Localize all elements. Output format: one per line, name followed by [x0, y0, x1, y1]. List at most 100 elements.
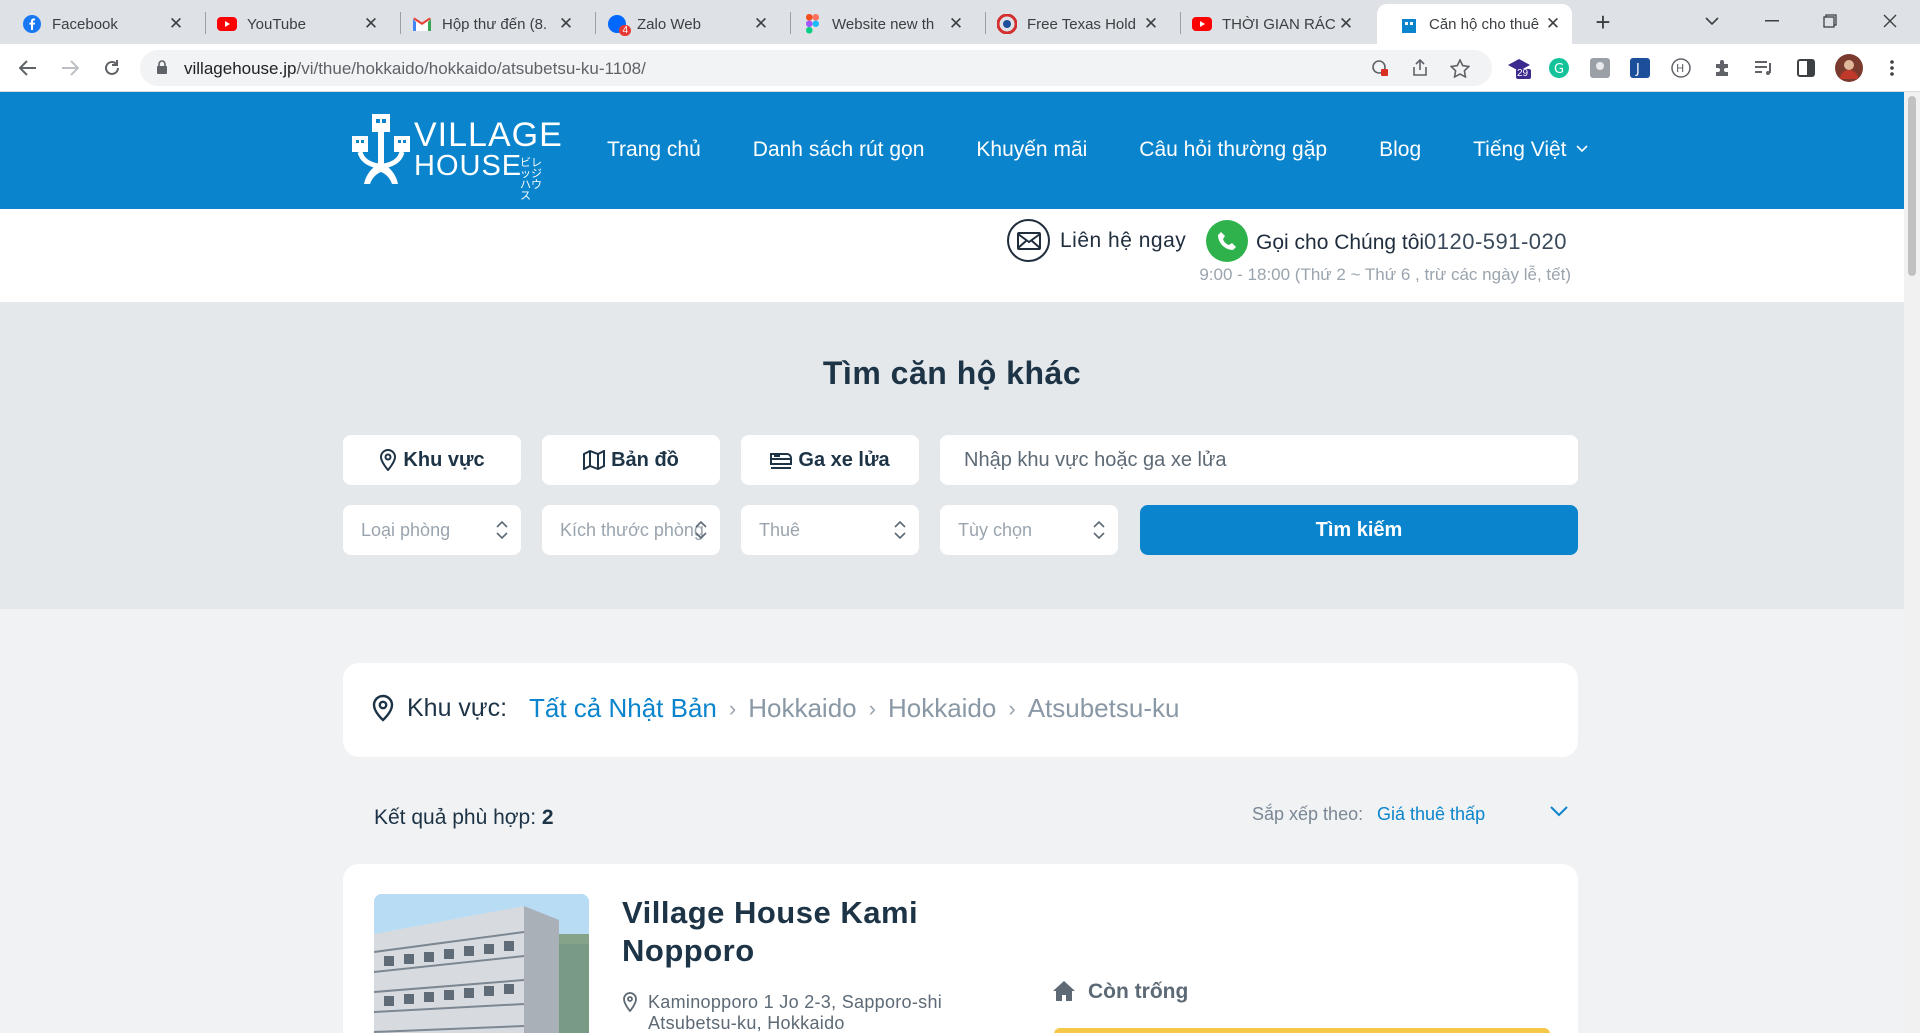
tab-title: Zalo Web: [637, 15, 701, 33]
phone-number[interactable]: 0120-591-020: [1424, 229, 1567, 255]
search-submit-button[interactable]: Tìm kiếm: [1140, 505, 1578, 555]
close-tab-icon[interactable]: ✕: [752, 14, 770, 34]
options-select[interactable]: Tùy chọn: [940, 505, 1118, 555]
close-window-icon[interactable]: [1870, 6, 1910, 36]
grammarly-icon[interactable]: G: [1547, 56, 1571, 80]
vacancy-bar[interactable]: [1054, 1028, 1550, 1033]
result-count-value: 2: [541, 806, 554, 829]
figma-icon: [802, 14, 822, 34]
village-house-logo[interactable]: VILLAGE HOUSE ビレッジ ハウス: [350, 110, 562, 202]
close-tab-icon[interactable]: ✕: [1142, 14, 1160, 34]
location-pin-icon: [372, 694, 394, 722]
tab-poker[interactable]: Free Texas Hold ✕: [975, 4, 1170, 44]
listing-card[interactable]: Village House Kami Nopporo Kaminopporo 1…: [343, 864, 1578, 1033]
tab-figma[interactable]: Website new th ✕: [780, 4, 975, 44]
search-title: Tìm căn hộ khác: [822, 355, 1082, 391]
address-bar[interactable]: villagehouse.jp/vi/thue/hokkaido/hokkaid…: [140, 50, 1492, 86]
reload-icon[interactable]: [98, 54, 126, 82]
tab-title: Facebook: [52, 15, 118, 33]
chevron-down-icon[interactable]: [1550, 806, 1568, 817]
share-icon[interactable]: [1408, 56, 1432, 80]
rent-select[interactable]: Thuê: [741, 505, 919, 555]
lock-icon[interactable]: [156, 60, 168, 80]
media-queue-icon[interactable]: [1752, 56, 1776, 80]
side-panel-icon[interactable]: [1794, 56, 1818, 80]
result-count-label: Kết quả phù hợp:: [374, 806, 537, 829]
tab-title: Free Texas Hold: [1027, 15, 1136, 33]
extension-j-icon[interactable]: J: [1628, 56, 1652, 80]
breadcrumb-hokkaido-region[interactable]: Hokkaido: [748, 693, 856, 724]
select-arrows-icon: [695, 520, 707, 540]
close-tab-icon[interactable]: ✕: [947, 14, 965, 34]
room-size-select[interactable]: Kích thước phòng: [542, 505, 720, 555]
station-button[interactable]: Ga xe lửa: [741, 435, 919, 485]
url-text[interactable]: villagehouse.jp/vi/thue/hokkaido/hokkaid…: [184, 59, 646, 79]
breadcrumb-hokkaido-prefecture[interactable]: Hokkaido: [888, 693, 996, 724]
restore-icon[interactable]: [1810, 6, 1850, 36]
close-tab-icon[interactable]: ✕: [167, 14, 185, 34]
sort-select[interactable]: Giá thuê thấp: [1377, 804, 1485, 825]
minimize-icon[interactable]: [1752, 6, 1792, 36]
logo-kana: ビレッジ ハウス: [520, 157, 542, 202]
close-tab-icon[interactable]: ✕: [362, 14, 380, 34]
logo-text-house: HOUSE: [414, 150, 523, 182]
blocked-popup-icon[interactable]: [1368, 56, 1392, 80]
tab-zalo[interactable]: 4 Zalo Web ✕: [585, 4, 780, 44]
tab-search-chevron-icon[interactable]: [1692, 6, 1732, 36]
contact-us-link[interactable]: Liên hệ ngay: [1060, 229, 1186, 253]
tab-youtube[interactable]: YouTube ✕: [195, 4, 390, 44]
poker-icon: [997, 14, 1017, 34]
mail-icon[interactable]: [1007, 219, 1050, 262]
notification-badge: 4: [619, 25, 631, 36]
tab-gmail[interactable]: Hộp thư đến (8. ✕: [390, 4, 585, 44]
listing-name[interactable]: Village House Kami Nopporo: [622, 894, 962, 970]
extensions-puzzle-icon[interactable]: [1711, 56, 1735, 80]
page-scrollbar[interactable]: [1904, 92, 1920, 1033]
bookmark-star-icon[interactable]: [1448, 56, 1472, 80]
chevron-right-icon: ›: [1008, 695, 1016, 721]
extension-graduation-icon[interactable]: 29: [1507, 56, 1531, 80]
map-button[interactable]: Bản đồ: [542, 435, 720, 485]
breadcrumb-all-japan[interactable]: Tất cả Nhật Bản: [529, 693, 717, 724]
call-us-label[interactable]: Gọi cho Chúng tôi: [1256, 231, 1424, 255]
result-count: Kết quả phù hợp: 2: [374, 806, 554, 830]
zalo-icon: 4: [607, 14, 631, 36]
listing-photo[interactable]: [374, 894, 589, 1033]
tab-facebook[interactable]: Facebook ✕: [0, 4, 195, 44]
tab-villagehouse[interactable]: Căn hộ cho thuê ✕: [1377, 4, 1572, 44]
extension-badge: 29: [1517, 68, 1529, 79]
station-button-label: Ga xe lửa: [798, 448, 890, 471]
extension-h-icon[interactable]: H: [1669, 56, 1693, 80]
contact-bar: Liên hệ ngay Gọi cho Chúng tôi 0120-591-…: [0, 209, 1904, 302]
tab-youtube-2[interactable]: THỜI GIAN RÁC ✕: [1170, 4, 1365, 44]
svg-text:G: G: [1554, 62, 1564, 77]
profile-avatar[interactable]: [1834, 53, 1864, 83]
area-station-search-input[interactable]: Nhập khu vực hoặc ga xe lửa: [940, 435, 1578, 485]
room-size-label: Kích thước phòng: [560, 519, 704, 540]
scrollbar-thumb[interactable]: [1908, 96, 1916, 276]
browser-menu-icon[interactable]: [1880, 56, 1904, 80]
extension-photo-icon[interactable]: [1588, 56, 1612, 80]
close-tab-icon[interactable]: ✕: [557, 14, 575, 34]
room-type-select[interactable]: Loại phòng: [343, 505, 521, 555]
rent-label: Thuê: [759, 519, 801, 540]
phone-icon[interactable]: [1206, 220, 1248, 262]
language-selector[interactable]: Tiếng Việt: [1473, 138, 1588, 162]
forward-icon[interactable]: [56, 54, 84, 82]
breadcrumb-label: Khu vực:: [407, 694, 508, 722]
svg-text:H: H: [1676, 62, 1684, 75]
nav-blog[interactable]: Blog: [1379, 138, 1421, 162]
nav-shortlist[interactable]: Danh sách rút gọn: [753, 138, 925, 162]
new-tab-button[interactable]: +: [1588, 8, 1618, 38]
close-tab-icon[interactable]: ✕: [1337, 14, 1355, 34]
breadcrumb: Tất cả Nhật Bản › Hokkaido › Hokkaido › …: [529, 693, 1179, 724]
browser-tab-bar: Facebook ✕ YouTube ✕ Hộp thư đến (8. ✕ 4…: [0, 0, 1920, 44]
back-icon[interactable]: [14, 54, 42, 82]
nav-promotions[interactable]: Khuyến mãi: [976, 138, 1087, 162]
nav-home[interactable]: Trang chủ: [607, 138, 701, 162]
close-tab-icon[interactable]: ✕: [1544, 14, 1562, 34]
select-arrows-icon: [894, 520, 906, 540]
nav-faq[interactable]: Câu hỏi thường gặp: [1139, 138, 1327, 162]
facebook-icon: [22, 14, 42, 34]
area-button[interactable]: Khu vực: [343, 435, 521, 485]
